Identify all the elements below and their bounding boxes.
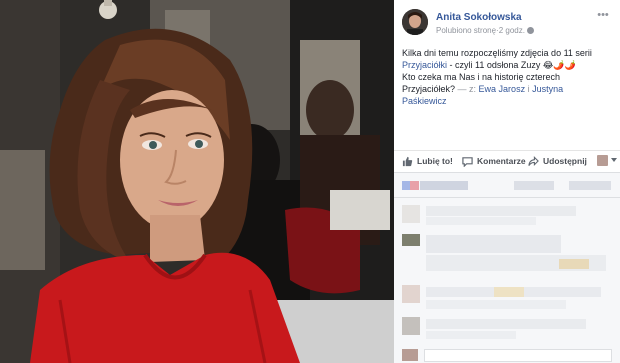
like-button[interactable]: Lubię to! — [402, 154, 453, 168]
caret-down-icon[interactable] — [611, 158, 617, 162]
like-label: Lubię to! — [417, 156, 453, 166]
comments-count — [514, 181, 554, 190]
show-link[interactable]: Przyjaciółki — [402, 60, 447, 70]
commenter-avatar — [402, 317, 420, 335]
comment-text — [426, 206, 576, 216]
photo-image — [0, 0, 394, 363]
commenter-avatar — [402, 285, 420, 303]
share-as-avatar[interactable] — [597, 155, 608, 166]
write-comment-input[interactable] — [424, 349, 612, 362]
comment-icon — [462, 156, 473, 167]
globe-icon — [526, 27, 534, 34]
comment-emoji — [559, 259, 589, 269]
laugh-pepper-emoji-icon: 😂🌶️🌶️ — [542, 60, 576, 70]
comment-emoji — [494, 287, 524, 297]
reaction-icon — [410, 181, 419, 190]
author-name-link[interactable]: Anita Sokołowska — [436, 12, 522, 23]
reaction-icon — [402, 181, 410, 190]
comment-button[interactable]: Komentarze — [462, 154, 526, 168]
comment-text — [426, 217, 536, 225]
commenter-avatar — [402, 234, 420, 246]
comments-area-blurred — [394, 172, 620, 363]
share-arrow-icon — [528, 155, 539, 166]
post-meta: Polubiono stronę · 2 godz. — [436, 26, 534, 35]
my-avatar — [402, 349, 418, 361]
comment-text — [426, 319, 586, 329]
with-prefix: — z: — [455, 84, 479, 94]
comment-text — [426, 331, 516, 339]
post-header: Anita Sokołowska Polubiono stronę · 2 go… — [402, 9, 612, 39]
commenter-avatar — [402, 205, 420, 223]
tag-ewa-jarosz[interactable]: Ewa Jarosz — [479, 84, 526, 94]
post-photo[interactable] — [0, 0, 394, 363]
post-text-line1: Kilka dni temu rozpoczęliśmy zdjęcia do … — [402, 48, 592, 58]
shares-count — [569, 181, 611, 190]
author-avatar[interactable] — [402, 9, 428, 35]
post-actions-bar: Lubię to! Komentarze Udostępnij — [394, 150, 620, 170]
reactions-count — [420, 181, 468, 190]
thumbs-up-icon — [402, 156, 413, 166]
divider — [394, 197, 620, 198]
comment-text — [426, 235, 561, 253]
post-text-line2: - czyli 11 odsłona Zuzy — [447, 60, 543, 70]
liked-page-label: Polubiono stronę — [436, 26, 497, 35]
post-text: Kilka dni temu rozpoczęliśmy zdjęcia do … — [402, 47, 610, 107]
share-label: Udostępnij — [543, 156, 587, 166]
more-options-button[interactable]: ••• — [596, 10, 610, 21]
post-sidebar: Anita Sokołowska Polubiono stronę · 2 go… — [394, 0, 620, 363]
comment-label: Komentarze — [477, 156, 526, 166]
comment-text — [426, 300, 566, 309]
share-button[interactable]: Udostępnij — [528, 154, 587, 168]
post-timestamp[interactable]: 2 godz. — [499, 26, 525, 35]
